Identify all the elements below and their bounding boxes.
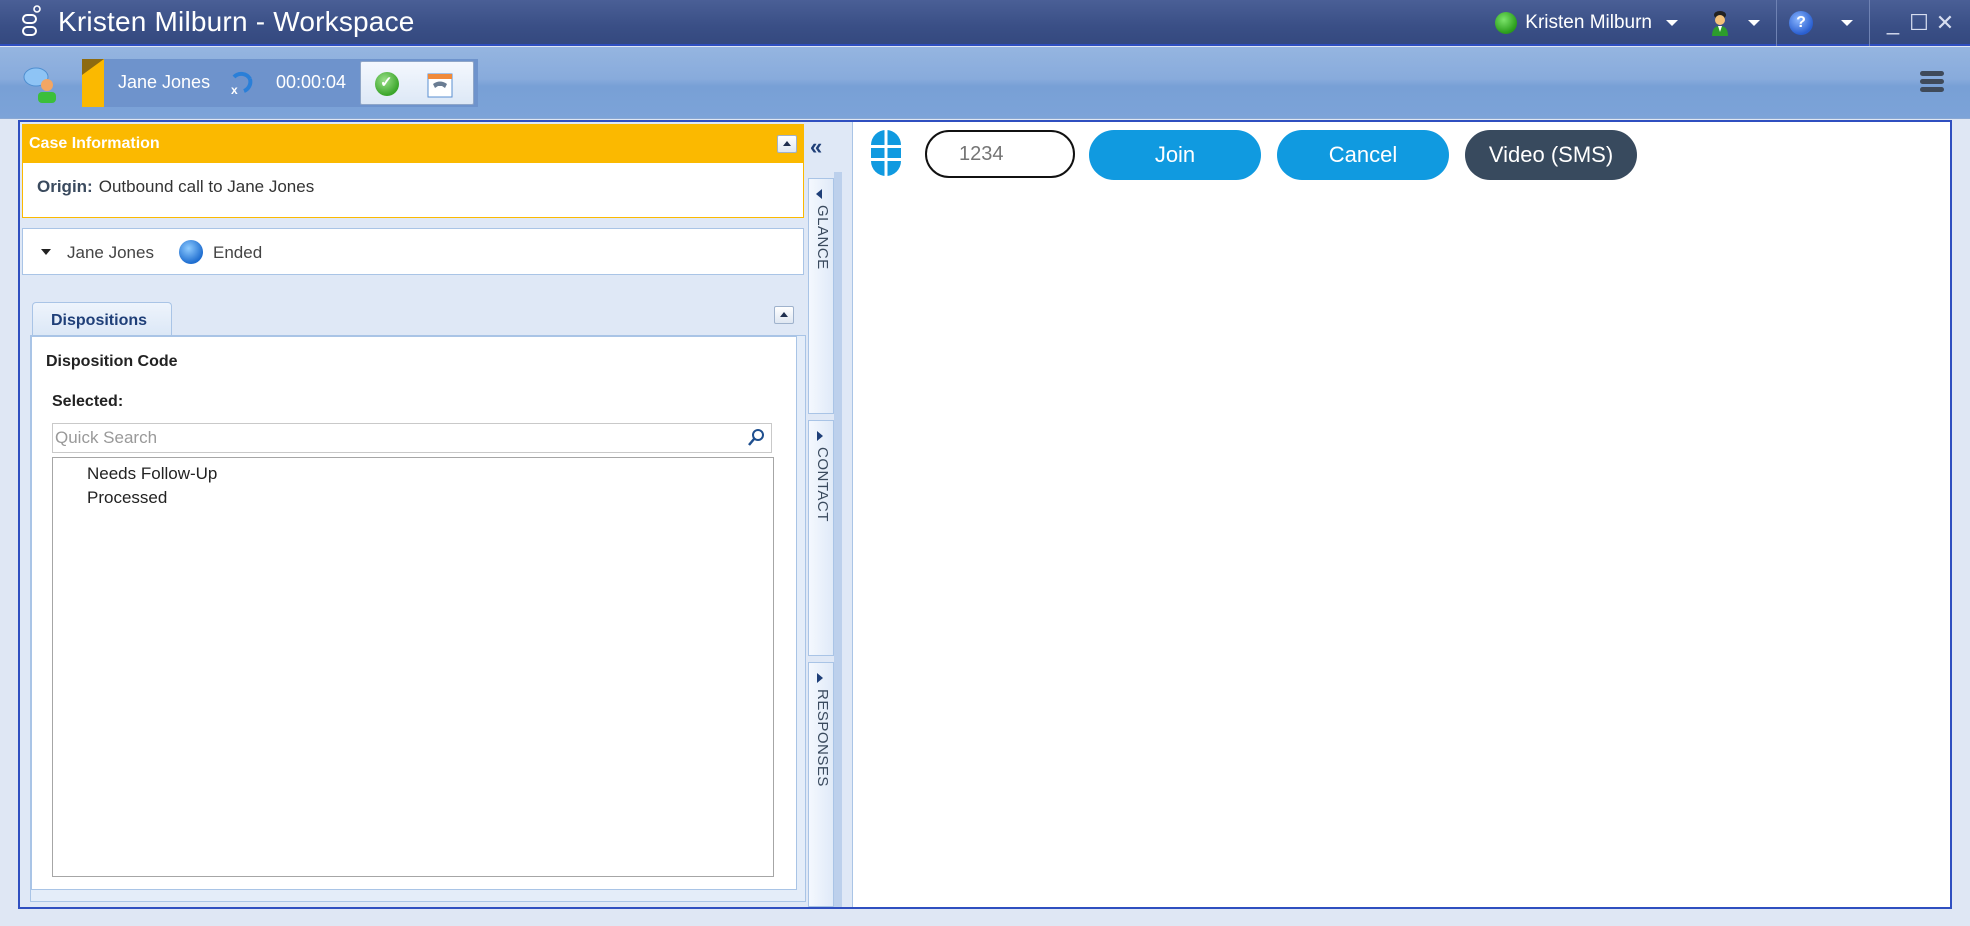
team-communicator-icon[interactable] xyxy=(22,65,62,105)
cancel-button[interactable]: Cancel xyxy=(1277,130,1449,180)
title-bar: Kristen Milburn - Workspace Kristen Milb… xyxy=(0,0,1970,46)
interaction-panel: Case Information Origin: Outbound call to… xyxy=(20,122,806,907)
dispositions-panel: Disposition Code Selected: Needs Follow-… xyxy=(30,335,806,902)
collapse-sidebar-icon[interactable]: « xyxy=(810,134,822,160)
schedule-callback-icon[interactable] xyxy=(427,70,453,98)
agent-profile-icon[interactable] xyxy=(1710,10,1730,36)
main-menu-icon[interactable] xyxy=(1920,71,1944,95)
interaction-toolbar: Jane Jones x 00:00:04 xyxy=(0,47,1970,119)
maximize-button[interactable]: ☐ xyxy=(1908,10,1930,36)
interaction-actions xyxy=(360,61,474,105)
disposition-code-title: Disposition Code xyxy=(46,353,178,370)
join-button[interactable]: Join xyxy=(1089,130,1261,180)
help-menu-chevron-down-icon[interactable] xyxy=(1841,20,1853,26)
selected-label: Selected: xyxy=(52,393,124,410)
responses-caret-icon xyxy=(817,673,823,683)
app-logo-icon xyxy=(22,5,41,36)
tab-responses-label: RESPONSES xyxy=(814,689,831,787)
side-tabs-track xyxy=(834,172,842,907)
tab-responses[interactable]: RESPONSES xyxy=(808,662,834,907)
case-color-marker xyxy=(82,59,104,107)
video-sms-button[interactable]: Video (SMS) xyxy=(1465,130,1637,180)
call-ended-icon: x xyxy=(231,71,253,95)
user-menu[interactable]: Kristen Milburn xyxy=(1525,12,1652,34)
session-code-input[interactable] xyxy=(959,143,1069,166)
party-status: Ended xyxy=(213,243,263,262)
quick-search-input[interactable] xyxy=(53,424,733,452)
svg-text:x: x xyxy=(231,83,238,95)
disposition-item[interactable]: Processed xyxy=(53,486,773,510)
help-icon[interactable]: ? xyxy=(1789,11,1813,35)
interaction-timer: 00:00:04 xyxy=(276,72,347,92)
dispositions-content: Disposition Code Selected: Needs Follow-… xyxy=(31,336,797,890)
call-status-icon xyxy=(179,240,203,264)
tab-dispositions[interactable]: Dispositions xyxy=(32,302,172,336)
disposition-list: Needs Follow-Up Processed xyxy=(52,457,774,877)
case-information-panel: Case Information Origin: Outbound call to… xyxy=(22,124,804,218)
divider xyxy=(1869,0,1870,46)
minimize-button[interactable]: _ xyxy=(1882,10,1904,36)
divider xyxy=(1776,0,1777,46)
tab-glance[interactable]: GLANCE xyxy=(808,178,834,414)
origin-value: Outbound call to Jane Jones xyxy=(98,177,315,196)
collapse-case-button[interactable] xyxy=(777,135,797,153)
user-menu-chevron-down-icon[interactable] xyxy=(1666,20,1678,26)
agent-status-icon[interactable] xyxy=(1495,12,1518,34)
tab-glance-label: GLANCE xyxy=(814,205,831,270)
video-service-logo-icon xyxy=(871,128,901,178)
video-panel: Join Cancel Video (SMS) xyxy=(852,122,1950,907)
window-title: Kristen Milburn - Workspace xyxy=(58,6,415,37)
case-information-title: Case Information xyxy=(29,135,160,152)
glance-caret-icon xyxy=(816,189,822,199)
case-origin: Origin: Outbound call to Jane Jones xyxy=(37,177,314,197)
origin-label: Origin: xyxy=(37,177,93,196)
search-icon[interactable] xyxy=(747,428,765,448)
agent-menu-chevron-down-icon[interactable] xyxy=(1748,20,1760,26)
interaction-contact-name: Jane Jones xyxy=(118,72,211,92)
case-information-header: Case Information xyxy=(23,125,803,163)
collapse-dispositions-button[interactable] xyxy=(774,306,794,324)
party-row: Jane Jones Ended xyxy=(22,228,804,275)
party-name[interactable]: Jane Jones xyxy=(67,243,154,263)
tab-dispositions-label: Dispositions xyxy=(51,312,148,329)
active-interaction[interactable]: Jane Jones x 00:00:04 xyxy=(82,59,478,107)
close-button[interactable]: ✕ xyxy=(1934,10,1956,36)
side-tabs: GLANCE CONTACT RESPONSES xyxy=(806,172,842,907)
tab-contact[interactable]: CONTACT xyxy=(808,420,834,656)
disposition-item[interactable]: Needs Follow-Up xyxy=(53,462,773,486)
quick-search xyxy=(52,423,772,453)
contact-caret-icon xyxy=(817,431,823,441)
workspace-frame: Case Information Origin: Outbound call to… xyxy=(18,120,1952,909)
tab-contact-label: CONTACT xyxy=(814,447,831,522)
expand-party-caret-icon[interactable] xyxy=(41,249,51,255)
session-code-field xyxy=(925,130,1075,178)
mark-done-button[interactable] xyxy=(375,72,399,96)
